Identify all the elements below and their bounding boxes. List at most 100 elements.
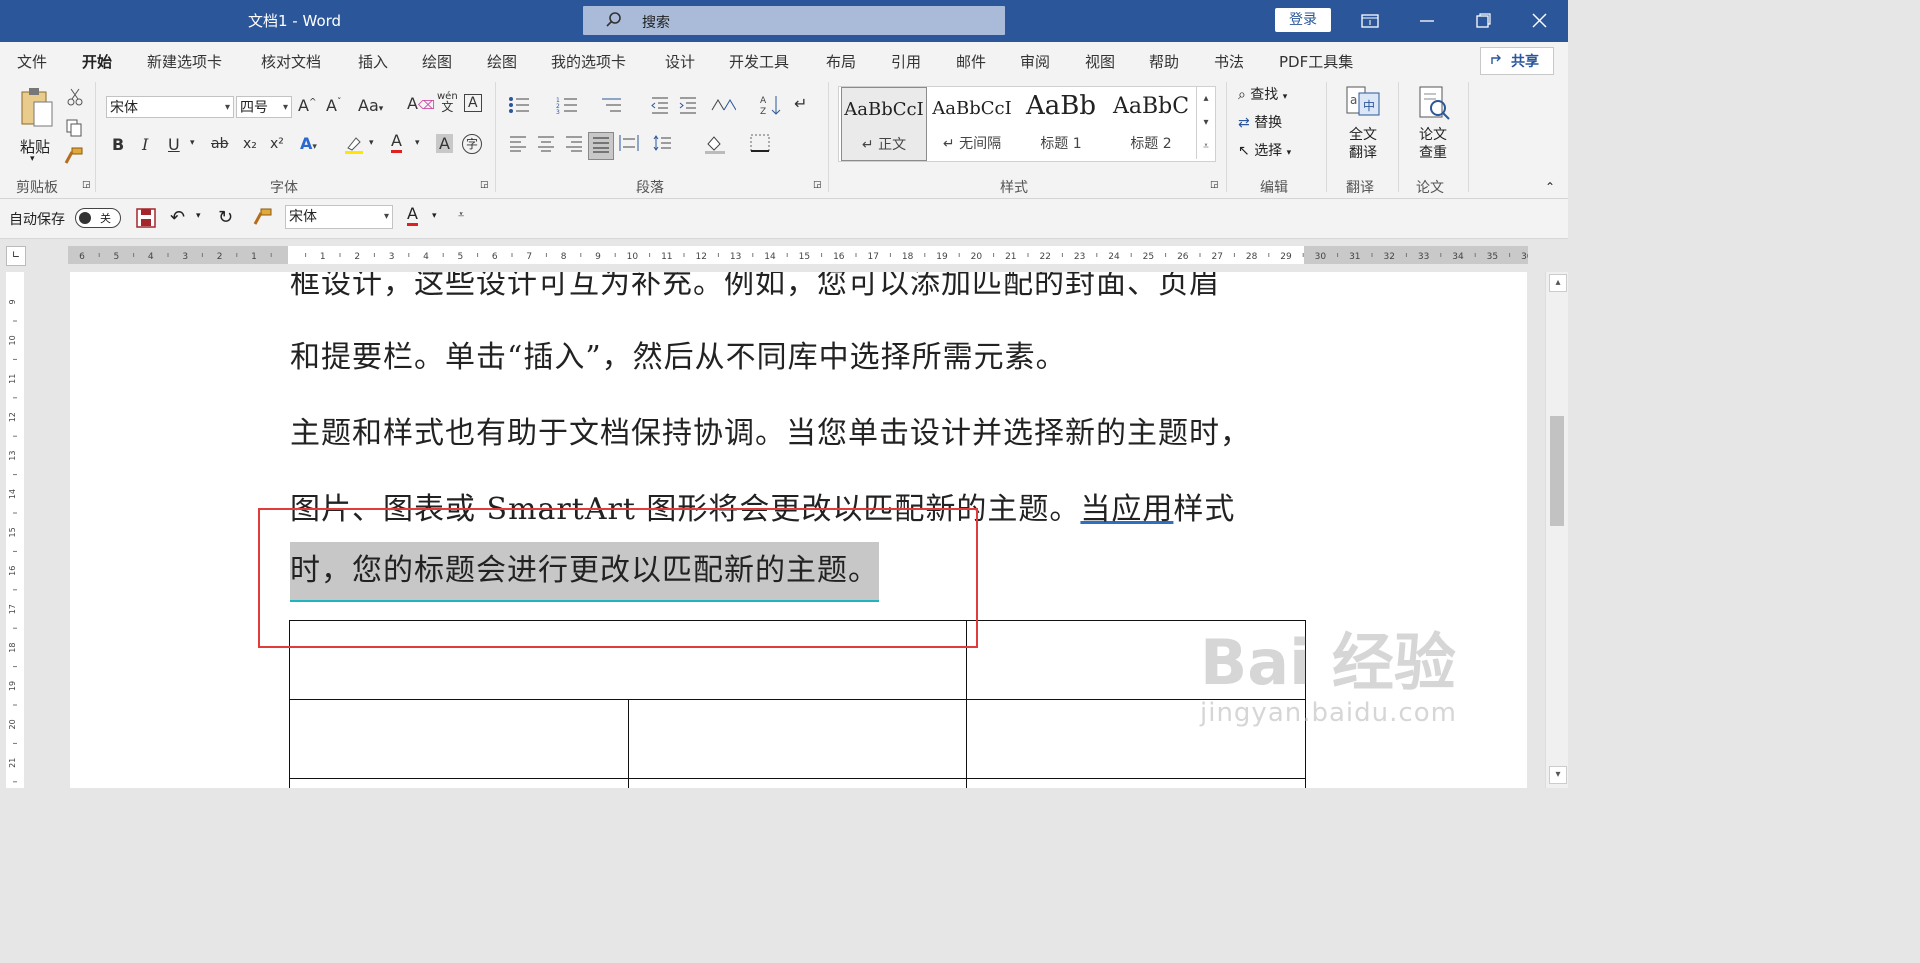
tab-insert[interactable]: 插入 xyxy=(358,51,388,72)
collapse-ribbon-icon[interactable]: ⌃ xyxy=(1545,180,1555,194)
cut-icon[interactable] xyxy=(66,88,84,110)
scroll-down-icon[interactable]: ▾ xyxy=(1549,766,1567,784)
char-shading-button[interactable]: A xyxy=(436,134,453,153)
underline-dropdown-icon[interactable]: ▾ xyxy=(190,138,195,148)
document-page[interactable]: 框设计，这些设计可互为补充。例如，您可以添加匹配的封面、页眉 和提要栏。单击“插… xyxy=(70,272,1527,788)
tab-calligraphy[interactable]: 书法 xyxy=(1214,51,1244,72)
tab-review[interactable]: 审阅 xyxy=(1020,51,1050,72)
tab-view[interactable]: 视图 xyxy=(1085,51,1115,72)
paragraph-launcher-icon[interactable]: ◲ xyxy=(813,180,822,190)
format-painter-icon[interactable] xyxy=(64,146,84,170)
chevron-down-icon[interactable]: ▾ xyxy=(196,211,201,221)
strikethrough-button[interactable]: ab xyxy=(211,136,228,152)
table-cell[interactable] xyxy=(289,778,629,788)
table-cell[interactable] xyxy=(627,699,968,779)
chevron-down-icon[interactable]: ▾ xyxy=(432,211,437,221)
close-icon[interactable] xyxy=(1525,8,1555,34)
table-cell[interactable] xyxy=(966,699,1306,779)
align-right-icon[interactable] xyxy=(564,134,584,156)
tab-help[interactable]: 帮助 xyxy=(1149,51,1179,72)
style-heading-1[interactable]: AaBb 标题 1 xyxy=(1019,87,1103,159)
subscript-button[interactable]: x₂ xyxy=(243,136,257,152)
borders-icon[interactable] xyxy=(750,134,770,156)
text-direction-icon[interactable] xyxy=(710,96,737,118)
align-center-icon[interactable] xyxy=(536,134,556,156)
gallery-up-icon[interactable]: ▴ xyxy=(1196,87,1215,111)
qat-font-color-button[interactable]: A xyxy=(407,205,418,226)
char-border-button[interactable]: A xyxy=(464,94,482,112)
increase-indent-icon[interactable] xyxy=(678,96,698,118)
chevron-down-icon[interactable]: ▾ xyxy=(369,138,374,148)
shrink-font-button[interactable]: Aˇ xyxy=(326,96,341,115)
tab-check-doc[interactable]: 核对文档 xyxy=(261,51,321,72)
save-icon[interactable] xyxy=(136,208,156,232)
paste-button[interactable]: 粘贴 ▾ xyxy=(16,86,56,166)
change-case-button[interactable]: Aa▾ xyxy=(358,96,383,115)
full-translate-button[interactable]: a中 全文 翻译 xyxy=(1340,84,1386,162)
numbering-icon[interactable]: 123 xyxy=(556,96,578,118)
table-cell[interactable] xyxy=(966,620,1306,700)
tab-selector[interactable]: ∟ xyxy=(6,246,26,266)
gallery-more-icon[interactable]: ⩡ xyxy=(1196,135,1215,159)
chevron-down-icon[interactable]: ▾ xyxy=(415,138,420,148)
tab-draw[interactable]: 绘图 xyxy=(422,51,452,72)
tab-file[interactable]: 文件 xyxy=(17,51,47,72)
tab-mailings[interactable]: 邮件 xyxy=(956,51,986,72)
select-button[interactable]: ↖ 选择 ▾ xyxy=(1238,140,1291,160)
font-size-select[interactable]: 四号 ▾ xyxy=(236,96,292,118)
bullets-icon[interactable] xyxy=(508,96,530,118)
copy-icon[interactable] xyxy=(64,118,84,142)
bold-button[interactable]: B xyxy=(112,135,124,154)
tab-my-tab[interactable]: 我的选项卡 xyxy=(551,51,626,72)
sort-icon[interactable]: AZ xyxy=(760,94,782,120)
tab-references[interactable]: 引用 xyxy=(891,51,921,72)
italic-button[interactable]: I xyxy=(142,135,148,154)
horizontal-ruler[interactable]: 6 5 4 3 2 1 1 2 3 4 5 6 7 8 9 10 11 12 13 14 15 16 17 18 19 20 21 2… xyxy=(68,246,1528,264)
clipboard-launcher-icon[interactable]: ◲ xyxy=(82,180,91,190)
table-cell[interactable] xyxy=(289,699,629,779)
format-painter-icon[interactable] xyxy=(253,207,273,231)
undo-icon[interactable]: ↶ xyxy=(170,207,185,228)
minimize-icon[interactable] xyxy=(1412,8,1442,34)
table-cell[interactable] xyxy=(966,778,1306,788)
customize-qat-icon[interactable]: ⩡ xyxy=(458,208,464,222)
style-no-spacing[interactable]: AaBbCcI ↵ 无间隔 xyxy=(929,87,1015,159)
align-left-icon[interactable] xyxy=(508,134,528,156)
superscript-button[interactable]: x² xyxy=(270,136,284,152)
login-button[interactable]: 登录 xyxy=(1275,8,1331,32)
distributed-icon[interactable] xyxy=(618,134,640,156)
enclose-char-button[interactable]: 字 xyxy=(462,134,482,154)
scroll-thumb[interactable] xyxy=(1550,416,1564,526)
doc-line[interactable]: 主题和样式也有助于文档保持协调。当您单击设计并选择新的主题时， xyxy=(290,408,1251,452)
ribbon-display-icon[interactable] xyxy=(1355,8,1385,34)
redo-icon[interactable]: ↻ xyxy=(218,207,233,228)
decrease-indent-icon[interactable] xyxy=(650,96,670,118)
restore-icon[interactable] xyxy=(1468,8,1498,34)
search-box[interactable]: 搜索 xyxy=(583,6,1005,35)
font-color-button[interactable]: A xyxy=(391,132,402,153)
paste-dropdown-icon[interactable]: ▾ xyxy=(30,154,35,164)
grow-font-button[interactable]: A^ xyxy=(298,96,317,115)
qat-font-select[interactable]: 宋体 ▾ xyxy=(285,205,393,229)
tab-pdf-tools[interactable]: PDF工具集 xyxy=(1279,51,1353,72)
gallery-down-icon[interactable]: ▾ xyxy=(1196,111,1215,135)
styles-launcher-icon[interactable]: ◲ xyxy=(1210,180,1219,190)
vertical-scrollbar[interactable]: ▴ ▾ xyxy=(1545,272,1568,788)
show-marks-icon[interactable]: ↵ xyxy=(794,94,807,113)
doc-line[interactable]: 框设计，这些设计可互为补充。例如，您可以添加匹配的封面、页眉 xyxy=(290,272,1220,302)
scroll-up-icon[interactable]: ▴ xyxy=(1549,274,1567,292)
line-spacing-icon[interactable] xyxy=(652,134,672,156)
clear-format-icon[interactable]: A⌫ xyxy=(407,94,435,113)
tab-draw-2[interactable]: 绘图 xyxy=(487,51,517,72)
tab-new[interactable]: 新建选项卡 xyxy=(147,51,222,72)
font-name-select[interactable]: 宋体 ▾ xyxy=(106,96,234,118)
vertical-ruler[interactable]: 910111213141516171819202122 xyxy=(6,272,24,821)
tab-developer[interactable]: 开发工具 xyxy=(729,51,789,72)
highlight-color-button[interactable] xyxy=(344,134,364,158)
font-launcher-icon[interactable]: ◲ xyxy=(480,180,489,190)
text-effects-button[interactable]: A▾ xyxy=(300,134,317,153)
justify-icon[interactable] xyxy=(588,132,614,160)
style-normal[interactable]: AaBbCcI ↵ 正文 xyxy=(841,87,927,161)
replace-button[interactable]: ⇄ 替换 xyxy=(1238,112,1282,132)
share-button[interactable]: 共享 xyxy=(1480,47,1554,75)
